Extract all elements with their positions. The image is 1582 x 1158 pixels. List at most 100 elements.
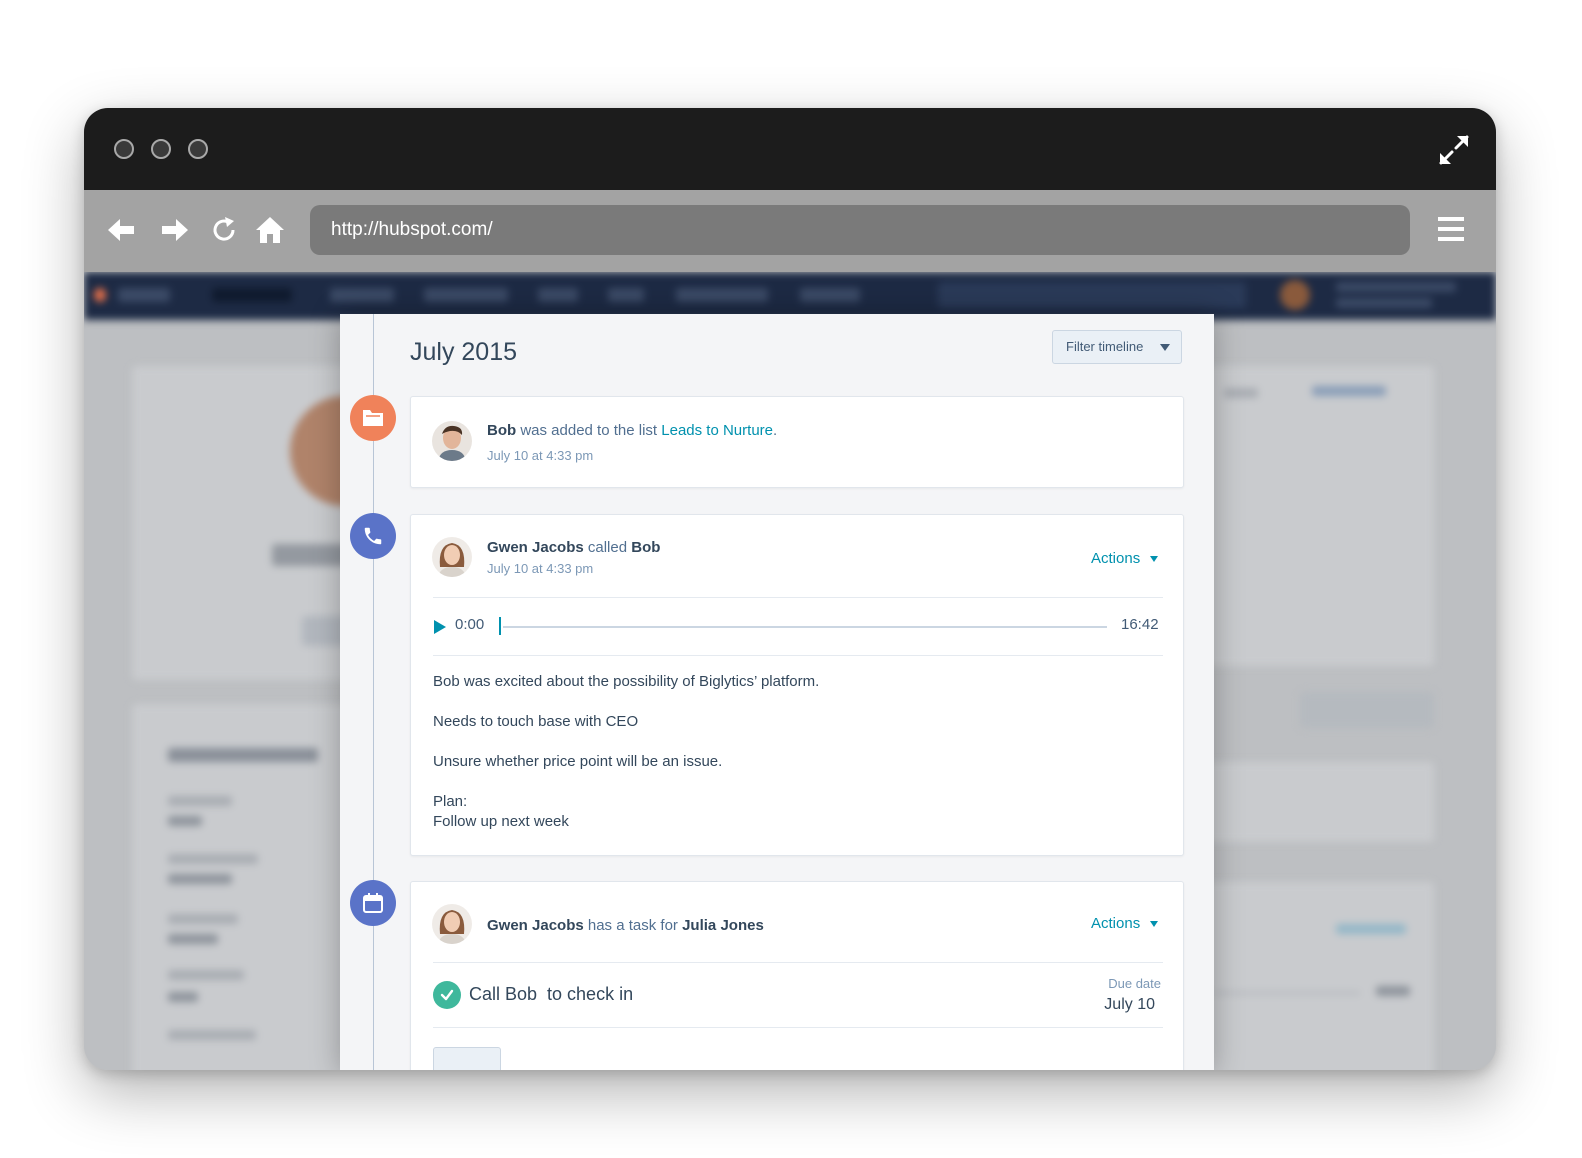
heading-placeholder xyxy=(168,748,318,762)
actions-dropdown[interactable]: Actions xyxy=(1091,915,1159,932)
actions-dropdown[interactable]: Actions xyxy=(1091,550,1159,567)
call-note-line: Needs to touch base with CEO xyxy=(433,713,639,730)
nav-placeholder xyxy=(424,288,508,302)
divider xyxy=(433,655,1163,656)
avatar xyxy=(432,904,472,944)
calendar-icon xyxy=(350,880,396,926)
call-note-line: Follow up next week xyxy=(433,813,569,830)
label-placeholder xyxy=(168,1030,256,1040)
event-timestamp: July 10 at 4:33 pm xyxy=(487,448,594,463)
hamburger-menu-icon[interactable] xyxy=(1436,214,1466,244)
filter-placeholder xyxy=(1300,692,1434,728)
nav-placeholder xyxy=(676,288,768,302)
event-headline: Bob was added to the list Leads to Nurtu… xyxy=(487,422,777,439)
zoom-window-button[interactable] xyxy=(188,139,208,159)
event-verb: called xyxy=(583,539,632,556)
browser-toolbar: http://hubspot.com/ xyxy=(84,190,1496,272)
timeline-panel: July 2015 Filter timeline Bob was added … xyxy=(340,314,1214,1070)
event-timestamp: July 10 at 4:33 pm xyxy=(487,561,594,576)
reload-icon[interactable] xyxy=(208,214,240,246)
actions-label: Actions xyxy=(1091,550,1141,567)
event-suffix: . xyxy=(773,422,778,439)
event-target[interactable]: Julia Jones xyxy=(682,917,764,934)
about-card xyxy=(132,704,362,1070)
play-icon[interactable] xyxy=(433,619,447,635)
address-bar[interactable]: http://hubspot.com/ xyxy=(310,205,1410,255)
divider xyxy=(433,1027,1163,1028)
home-icon[interactable] xyxy=(254,214,286,246)
event-headline: Gwen Jacobs has a task for Julia Jones xyxy=(487,917,764,934)
side-card xyxy=(1184,366,1434,666)
audio-scrubber[interactable] xyxy=(499,617,501,635)
details-button[interactable] xyxy=(433,1047,501,1070)
nav-placeholder xyxy=(608,288,644,302)
due-date-value: July 10 xyxy=(1104,996,1155,1013)
value-placeholder xyxy=(168,816,202,826)
event-actor[interactable]: Bob xyxy=(487,422,516,439)
logo-shape xyxy=(94,288,106,302)
timeline-event-call: Gwen Jacobs called Bob July 10 at 4:33 p… xyxy=(410,514,1184,856)
avatar-placeholder xyxy=(1280,280,1310,310)
label-placeholder xyxy=(168,854,258,864)
audio-duration: 16:42 xyxy=(1121,616,1159,633)
list-link[interactable]: Leads to Nurture xyxy=(661,422,773,439)
month-heading: July 2015 xyxy=(410,338,518,366)
due-date-label: Due date xyxy=(1108,976,1161,991)
nav-placeholder xyxy=(330,288,394,302)
fullscreen-icon[interactable] xyxy=(1438,134,1470,166)
app-navbar xyxy=(84,272,1496,320)
task-title[interactable]: Call Bob to check in xyxy=(469,984,633,1005)
caret-down-icon xyxy=(1150,921,1159,928)
profile-card xyxy=(132,366,400,680)
label-placeholder xyxy=(168,796,232,806)
label-placeholder xyxy=(168,970,244,980)
minimize-window-button[interactable] xyxy=(151,139,171,159)
caret-down-icon xyxy=(1150,556,1159,563)
folder-icon xyxy=(350,395,396,441)
filter-timeline-label: Filter timeline xyxy=(1066,339,1144,354)
divider xyxy=(433,597,1163,598)
label-placeholder xyxy=(168,914,238,924)
line-placeholder xyxy=(1214,992,1360,994)
event-actor[interactable]: Gwen Jacobs xyxy=(487,917,584,934)
filter-timeline-button[interactable]: Filter timeline xyxy=(1052,330,1182,364)
nav-placeholder xyxy=(1336,298,1432,308)
avatar xyxy=(432,421,472,461)
label-placeholder xyxy=(1336,924,1406,934)
value-placeholder xyxy=(168,874,232,884)
window-titlebar xyxy=(84,108,1496,190)
back-arrow-icon[interactable] xyxy=(106,214,138,246)
avatar xyxy=(432,537,472,577)
label-placeholder xyxy=(1224,388,1258,398)
event-actor[interactable]: Gwen Jacobs xyxy=(487,539,584,556)
actions-label: Actions xyxy=(1091,915,1141,932)
browser-window: http://hubspot.com/ July 2015 Filter tim… xyxy=(84,108,1496,1070)
call-note-line: Unsure whether price point will be an is… xyxy=(433,753,723,770)
audio-progress-track[interactable] xyxy=(503,626,1107,628)
page-viewport: July 2015 Filter timeline Bob was added … xyxy=(84,272,1496,1070)
caret-down-icon xyxy=(1160,344,1170,351)
audio-current-time: 0:00 xyxy=(455,616,485,633)
event-headline: Gwen Jacobs called Bob xyxy=(487,539,660,556)
nav-placeholder xyxy=(538,288,578,302)
nav-placeholder xyxy=(800,288,860,302)
timeline-event-task: Gwen Jacobs has a task for Julia Jones A… xyxy=(410,881,1184,1070)
event-verb: has a task for xyxy=(583,917,683,934)
check-circle-icon[interactable] xyxy=(433,981,461,1009)
close-window-button[interactable] xyxy=(114,139,134,159)
forward-arrow-icon[interactable] xyxy=(158,214,190,246)
side-card xyxy=(1184,882,1434,1070)
timeline-event-list: Bob was added to the list Leads to Nurtu… xyxy=(410,396,1184,488)
phone-icon xyxy=(350,513,396,559)
label-placeholder xyxy=(1312,386,1386,396)
nav-placeholder xyxy=(118,288,170,302)
nav-placeholder xyxy=(1336,282,1456,292)
side-card xyxy=(1184,762,1434,842)
call-note-line: Plan: xyxy=(433,793,468,810)
event-target[interactable]: Bob xyxy=(631,539,660,556)
value-placeholder xyxy=(168,934,218,944)
value-placeholder xyxy=(168,992,198,1002)
search-placeholder xyxy=(938,282,1246,308)
nav-placeholder xyxy=(212,288,292,302)
value-placeholder xyxy=(1376,986,1410,996)
